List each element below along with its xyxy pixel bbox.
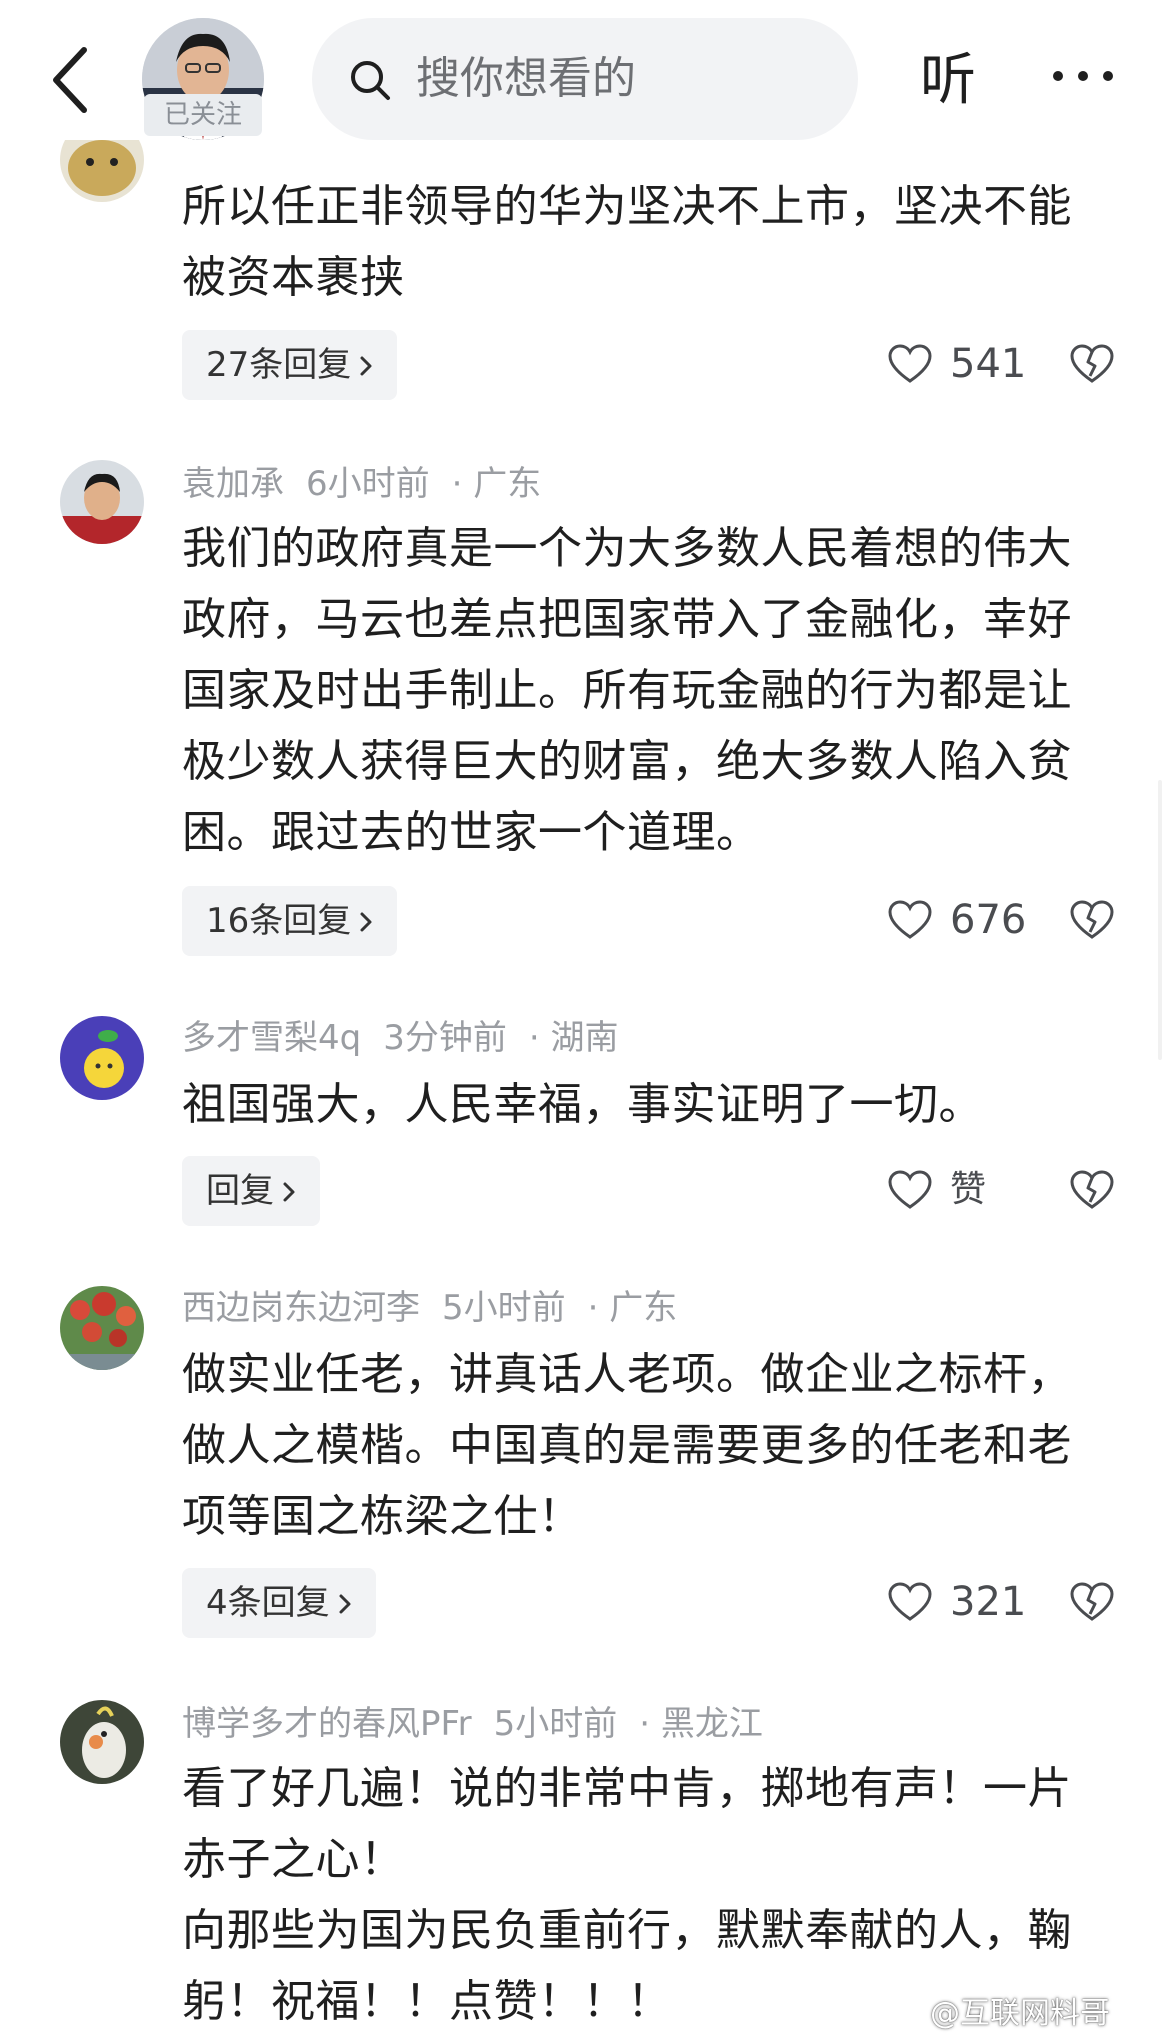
more-button[interactable] <box>1048 36 1118 116</box>
comment-time: 6小时前 <box>306 464 430 504</box>
like-count: 676 <box>950 897 1027 943</box>
commenter-name[interactable]: 西边岗东边河李 <box>182 1288 420 1328</box>
chevron-right-icon <box>360 912 372 932</box>
top-bar: 已关注 搜你想看的 听 <box>0 0 1170 140</box>
view-replies-button[interactable]: 4条回复 <box>182 1568 376 1638</box>
person-avatar-icon <box>60 460 144 544</box>
dislike-button[interactable] <box>1070 344 1114 384</box>
comment-location: · 黑龙江 <box>639 1704 763 1744</box>
like-count: 541 <box>950 341 1027 387</box>
comment-text: 所以任正非领导的华为坚决不上市，坚决不能被资本裹挟 <box>182 181 1072 303</box>
followed-badge[interactable]: 已关注 <box>144 94 262 136</box>
commenter-name[interactable]: 袁加承 <box>182 464 284 504</box>
reply-count-label: 16条回复 <box>206 901 352 941</box>
like-count: 321 <box>950 1579 1027 1625</box>
pear-avatar-icon <box>60 1016 144 1100</box>
comment-time: 3分钟前 <box>383 1018 507 1058</box>
heart-icon <box>888 1170 932 1209</box>
dislike-button[interactable] <box>1070 1582 1114 1622</box>
commenter-name[interactable]: 博学多才的春风PFr <box>182 1704 472 1744</box>
like-label: 赞 <box>950 1169 987 1210</box>
chevron-right-icon <box>283 1182 295 1202</box>
listen-button[interactable]: 听 <box>920 36 976 126</box>
chevron-right-icon <box>360 356 372 376</box>
view-replies-button[interactable]: 16条回复 <box>182 886 398 956</box>
comment-location: · 广东 <box>587 1288 678 1328</box>
view-replies-button[interactable]: 27条回复 <box>182 330 398 400</box>
commenter-avatar[interactable] <box>60 1016 144 1100</box>
bird-avatar-icon <box>60 1700 144 1784</box>
heart-icon <box>888 1582 932 1621</box>
comment-meta: 西边岗东边河李 5小时前 · 广东 <box>182 1286 699 1330</box>
reply-button[interactable]: 回复 <box>182 1156 320 1226</box>
comment-meta: 博学多才的春风PFr 5小时前 · 黑龙江 <box>182 1702 785 1746</box>
broken-heart-icon <box>1070 1170 1114 1209</box>
dislike-button[interactable] <box>1070 1170 1114 1210</box>
reply-count-label: 4条回复 <box>206 1583 330 1623</box>
commenter-avatar[interactable] <box>60 1700 144 1784</box>
commenter-avatar[interactable] <box>60 460 144 544</box>
more-dots-icon <box>1053 71 1113 81</box>
chevron-right-icon <box>339 1594 351 1614</box>
reply-label: 回复 <box>206 1171 274 1211</box>
broken-heart-icon <box>1070 1582 1114 1621</box>
broken-heart-icon <box>1070 900 1114 939</box>
dislike-button[interactable] <box>1070 900 1114 940</box>
comment-location: · 广东 <box>451 464 542 504</box>
heart-icon <box>888 344 932 383</box>
comment-meta: 多才雪梨4q 3分钟前 · 湖南 <box>182 1016 640 1060</box>
flowers-avatar-icon <box>60 1286 144 1370</box>
comment-text: 我们的政府真是一个为大多数人民着想的伟大政府，马云也差点把国家带入了金融化，幸好… <box>182 523 1072 858</box>
search-icon <box>351 61 390 100</box>
comment-time: 5小时前 <box>442 1288 566 1328</box>
commenter-avatar[interactable] <box>60 1286 144 1370</box>
watermark: @互联网料哥 <box>930 1996 1110 2031</box>
broken-heart-icon <box>1070 344 1114 383</box>
scrollbar[interactable] <box>1158 780 1162 1060</box>
search-bar[interactable]: 搜你想看的 <box>312 18 858 140</box>
heart-icon <box>888 900 932 939</box>
commenter-name[interactable]: 多才雪梨4q <box>182 1018 361 1058</box>
comment-location: · 湖南 <box>528 1018 619 1058</box>
comment-text: 做实业任老，讲真话人老项。做企业之标杆，做人之模楷。中国真的是需要更多的任老和老… <box>182 1349 1072 1542</box>
back-button[interactable] <box>44 40 104 120</box>
comment-meta: 袁加承 6小时前 · 广东 <box>182 462 563 506</box>
chevron-left-icon <box>53 47 87 113</box>
search-placeholder: 搜你想看的 <box>416 53 636 104</box>
comment-time: 5小时前 <box>493 1704 618 1744</box>
comment-text: 祖国强大，人民幸福，事实证明了一切。 <box>182 1079 983 1130</box>
reply-count-label: 27条回复 <box>206 345 352 385</box>
